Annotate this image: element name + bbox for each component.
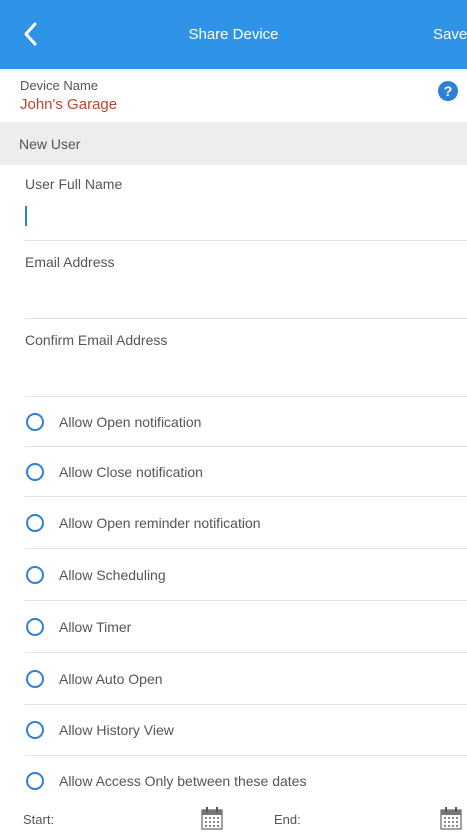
start-date-label: Start:: [23, 812, 55, 827]
confirm-email-field[interactable]: Confirm Email Address: [0, 319, 467, 397]
option-allow-open-notification[interactable]: Allow Open notification: [0, 397, 467, 447]
divider: [25, 652, 467, 653]
option-label: Allow Open notification: [59, 414, 202, 430]
radio-unchecked-icon[interactable]: [26, 670, 44, 688]
divider: [25, 548, 467, 549]
full-name-label: User Full Name: [25, 176, 123, 192]
full-name-input[interactable]: [25, 202, 455, 228]
confirm-email-input[interactable]: [25, 357, 455, 383]
text-caret: [25, 206, 27, 226]
option-allow-history-view[interactable]: Allow History View: [0, 705, 467, 756]
end-calendar-icon[interactable]: [440, 806, 462, 830]
save-button[interactable]: Save: [433, 0, 467, 69]
option-label: Allow Close notification: [59, 464, 203, 480]
confirm-email-label: Confirm Email Address: [25, 332, 168, 348]
date-range-row: Start: End:: [0, 806, 467, 833]
end-date-label: End:: [274, 812, 301, 827]
radio-unchecked-icon[interactable]: [26, 413, 44, 431]
option-label: Allow Timer: [59, 619, 132, 635]
email-field[interactable]: Email Address: [0, 241, 467, 319]
device-name-value: John's Garage: [20, 96, 118, 113]
option-label: Allow Auto Open: [59, 671, 163, 687]
option-allow-access-between-dates[interactable]: Allow Access Only between these dates: [0, 757, 467, 805]
app-header: Share Device Save: [0, 0, 467, 69]
divider: [25, 496, 467, 497]
back-chevron-icon: [24, 22, 37, 46]
option-allow-open-reminder-notification[interactable]: Allow Open reminder notification: [0, 498, 467, 549]
divider: [25, 755, 467, 756]
help-question-icon: ?: [443, 83, 453, 99]
back-button[interactable]: [14, 16, 46, 52]
option-label: Allow Open reminder notification: [59, 515, 261, 531]
new-user-label: New User: [19, 135, 81, 152]
radio-unchecked-icon[interactable]: [26, 772, 44, 790]
option-label: Allow Scheduling: [59, 567, 166, 583]
full-name-field[interactable]: User Full Name: [0, 165, 467, 241]
option-allow-close-notification[interactable]: Allow Close notification: [0, 447, 467, 497]
page-title: Share Device: [188, 26, 279, 43]
device-name-section: Device Name John's Garage ?: [0, 69, 467, 122]
radio-unchecked-icon[interactable]: [26, 721, 44, 739]
help-button[interactable]: ?: [438, 81, 458, 101]
option-allow-auto-open[interactable]: Allow Auto Open: [0, 654, 467, 705]
option-label: Allow History View: [59, 722, 174, 738]
radio-unchecked-icon[interactable]: [26, 618, 44, 636]
divider: [25, 600, 467, 601]
share-device-screen: Share Device Save Device Name John's Gar…: [0, 0, 467, 833]
email-input[interactable]: [25, 279, 455, 305]
option-allow-timer[interactable]: Allow Timer: [0, 602, 467, 653]
radio-unchecked-icon[interactable]: [26, 566, 44, 584]
option-allow-scheduling[interactable]: Allow Scheduling: [0, 550, 467, 601]
new-user-section-header: New User: [0, 122, 467, 165]
start-calendar-icon[interactable]: [201, 806, 223, 830]
radio-unchecked-icon[interactable]: [26, 463, 44, 481]
radio-unchecked-icon[interactable]: [26, 514, 44, 532]
option-label: Allow Access Only between these dates: [59, 773, 307, 789]
device-name-label: Device Name: [20, 78, 99, 93]
email-label: Email Address: [25, 254, 115, 270]
